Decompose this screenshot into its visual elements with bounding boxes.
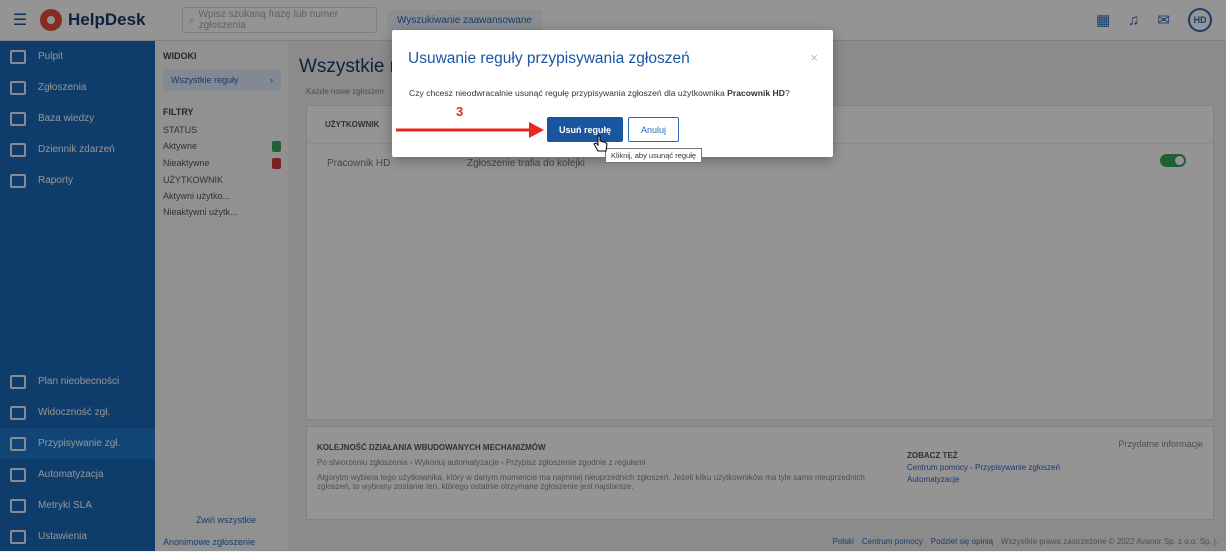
red-arrow-icon (396, 122, 544, 138)
dialog-message: Czy chcesz nieodwracalnie usunąć regułę … (409, 88, 790, 98)
dialog-message-user: Pracownik HD (727, 88, 785, 98)
dialog-title: Usuwanie reguły przypisywania zgłoszeń (408, 50, 690, 67)
step-number: 3 (456, 104, 464, 119)
delete-rule-button[interactable]: Usuń regułę (547, 117, 623, 142)
dialog-message-end: ? (784, 88, 790, 98)
cancel-button[interactable]: Anuluj (628, 117, 679, 142)
dialog-message-text: Czy chcesz nieodwracalnie usunąć regułę … (409, 88, 728, 98)
hand-cursor-icon (593, 135, 608, 152)
tooltip: Kliknij, aby usunąć regułę (605, 148, 703, 163)
close-icon[interactable]: × (810, 50, 818, 65)
